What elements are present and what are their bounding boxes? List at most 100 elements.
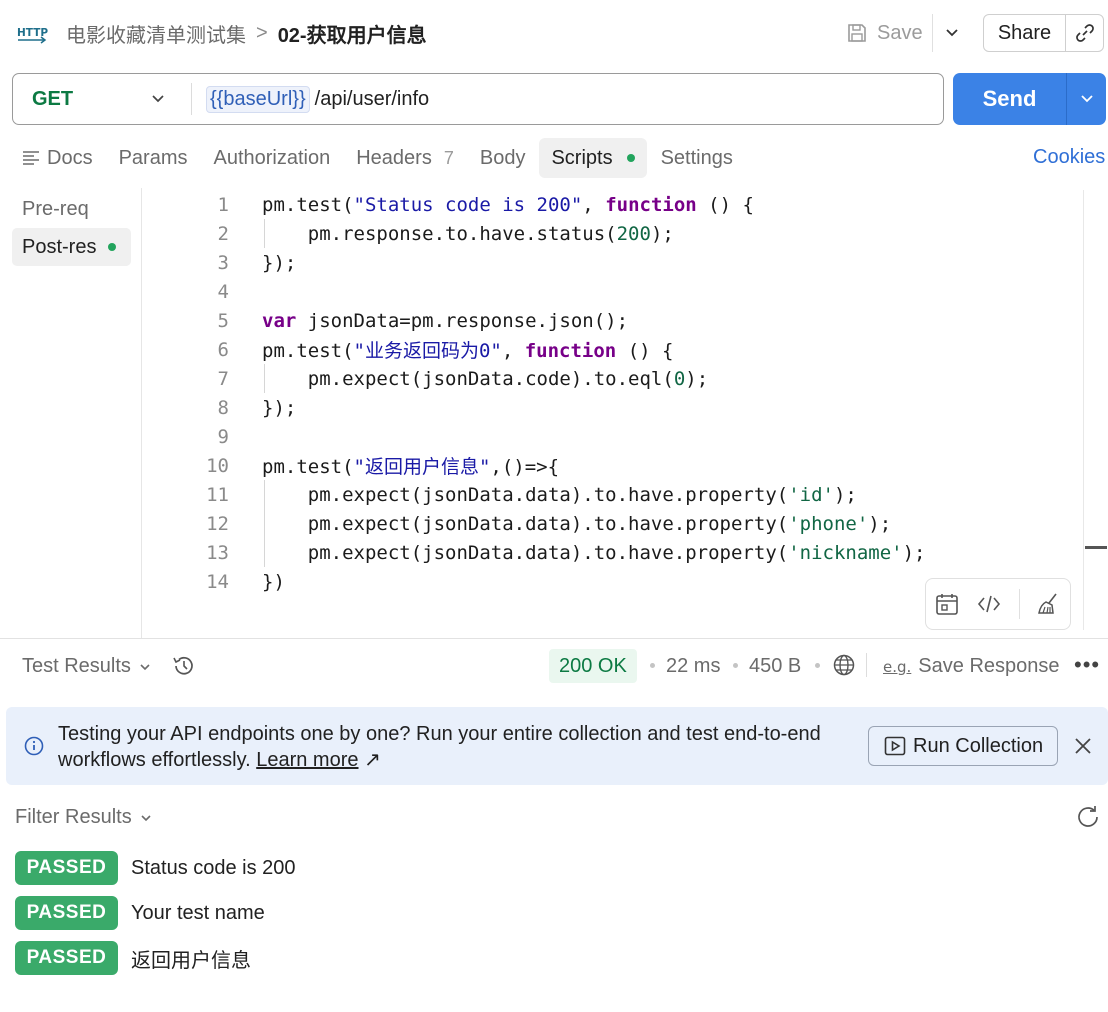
share-button[interactable]: Share <box>984 15 1066 51</box>
bullet <box>815 663 820 668</box>
external-link-icon: ↗ <box>364 749 381 771</box>
filter-results-dropdown[interactable]: Filter Results <box>15 806 153 829</box>
test-result-row: PASSED 返回用户信息 <box>15 941 251 975</box>
url-input[interactable]: {{baseUrl}} /api/user/info <box>206 85 430 113</box>
tab-label: Body <box>479 146 526 169</box>
line-number: 7 <box>217 367 229 390</box>
calendar-package-icon[interactable] <box>934 591 960 617</box>
save-response-button[interactable]: e.g. Save Response <box>883 655 1060 678</box>
editor-toolbar <box>925 578 1071 630</box>
response-time[interactable]: 22 ms <box>666 655 720 678</box>
filter-results-label: Filter Results <box>15 806 132 828</box>
info-banner: Testing your API endpoints one by one? R… <box>6 707 1108 785</box>
line-number: 2 <box>217 222 229 245</box>
send-button[interactable]: Send <box>953 73 1067 125</box>
line-number: 13 <box>206 541 229 564</box>
passed-badge: PASSED <box>15 896 118 930</box>
tab-settings[interactable]: Settings <box>649 138 745 178</box>
save-icon <box>848 24 866 42</box>
line-number: 6 <box>217 338 229 361</box>
tab-label: Authorization <box>213 146 331 169</box>
globe-icon[interactable] <box>832 653 856 677</box>
tab-params[interactable]: Params <box>107 138 200 178</box>
code-line: 2 pm.response.to.have.status(200); <box>143 219 674 248</box>
method-select[interactable]: GET <box>13 74 191 124</box>
tab-label: Docs <box>47 146 93 169</box>
broom-icon[interactable] <box>1036 591 1062 617</box>
line-number: 3 <box>217 251 229 274</box>
run-collection-label: Run Collection <box>913 734 1044 757</box>
more-options-icon[interactable]: ••• <box>1074 652 1100 678</box>
bullet <box>733 663 738 668</box>
example-icon: e.g. <box>883 657 912 676</box>
request-title[interactable]: 02-获取用户信息 <box>278 19 427 48</box>
response-size[interactable]: 450 B <box>749 655 801 678</box>
banner-message: Testing your API endpoints one by one? R… <box>58 723 821 771</box>
tab-headers[interactable]: Headers 7 <box>344 138 466 178</box>
tab-label: Settings <box>660 146 733 169</box>
refresh-icon[interactable] <box>1074 803 1102 831</box>
passed-badge: PASSED <box>15 851 118 885</box>
copy-link-button[interactable] <box>1066 15 1103 51</box>
run-collection-button[interactable]: Run Collection <box>868 726 1058 766</box>
save-button[interactable]: Save <box>846 18 923 48</box>
chevron-down-icon[interactable] <box>943 24 961 42</box>
line-number: 9 <box>217 425 229 448</box>
code-line: 8 }); <box>143 393 297 422</box>
editor-scrollbar[interactable] <box>1083 190 1084 630</box>
line-number: 1 <box>217 193 229 216</box>
history-icon[interactable] <box>171 653 197 679</box>
breadcrumb: 电影收藏清单测试集 > 02-获取用户信息 <box>66 19 427 48</box>
code-line: 3 }); <box>143 248 297 277</box>
test-name: Your test name <box>131 901 265 924</box>
line-number: 4 <box>217 280 229 303</box>
test-name: 返回用户信息 <box>131 949 251 972</box>
tab-authorization[interactable]: Authorization <box>201 138 342 178</box>
test-name: Status code is 200 <box>131 856 296 879</box>
link-icon <box>1075 24 1094 42</box>
script-editor[interactable]: 1 pm.test("Status code is 200", function… <box>143 190 1083 630</box>
headers-count: 7 <box>443 147 454 168</box>
save-response-label: Save Response <box>918 655 1060 677</box>
method-value: GET <box>32 87 74 110</box>
send-group: Send <box>953 73 1106 125</box>
code-line: 1 pm.test("Status code is 200", function… <box>143 190 754 219</box>
post-response-tab[interactable]: Post-res <box>12 228 131 266</box>
divider <box>866 653 867 677</box>
side-label: Pre-req <box>22 197 89 220</box>
breadcrumb-collection[interactable]: 电影收藏清单测试集 <box>66 19 246 48</box>
scrollbar-thumb[interactable] <box>1085 546 1107 549</box>
chevron-down-icon <box>141 814 151 821</box>
tab-body[interactable]: Body <box>468 138 538 178</box>
url-variable[interactable]: {{baseUrl}} <box>206 85 310 113</box>
code-line: 6 pm.test("业务返回码为0", function () { <box>143 335 674 364</box>
code-snippet-icon[interactable] <box>976 591 1002 617</box>
divider <box>1018 589 1020 619</box>
divider <box>932 14 933 52</box>
line-number: 10 <box>206 454 229 477</box>
close-icon[interactable] <box>1072 735 1094 757</box>
test-result-row: PASSED Your test name <box>15 896 265 930</box>
line-number: 12 <box>206 512 229 535</box>
code-line: 7 pm.expect(jsonData.code).to.eql(0); <box>143 364 709 393</box>
tab-docs[interactable]: Docs <box>10 138 105 178</box>
passed-badge: PASSED <box>15 941 118 975</box>
svg-text:HTTP: HTTP <box>17 27 48 39</box>
url-path: /api/user/info <box>314 87 430 110</box>
pre-request-tab[interactable]: Pre-req <box>12 190 131 228</box>
cookies-link[interactable]: Cookies <box>1033 146 1105 169</box>
code-line: 4 <box>143 277 231 306</box>
tab-scripts[interactable]: Scripts <box>539 138 647 178</box>
script-sidebar: Pre-req Post-res <box>0 188 142 638</box>
code-line: 12 pm.expect(jsonData.data).to.have.prop… <box>143 509 891 538</box>
tab-label: Params <box>118 146 188 169</box>
tab-label: Scripts <box>551 146 613 169</box>
divider <box>0 638 1108 639</box>
status-badge[interactable]: 200 OK <box>549 649 637 683</box>
test-results-dropdown[interactable]: Test Results <box>22 655 152 678</box>
url-bar: GET {{baseUrl}} /api/user/info <box>12 73 944 125</box>
learn-more-link[interactable]: Learn more <box>256 749 358 771</box>
code-line: 5 var jsonData=pm.response.json(); <box>143 306 629 335</box>
send-options-button[interactable] <box>1067 73 1106 125</box>
code-line: 10 pm.test("返回用户信息",()=>{ <box>143 451 559 480</box>
